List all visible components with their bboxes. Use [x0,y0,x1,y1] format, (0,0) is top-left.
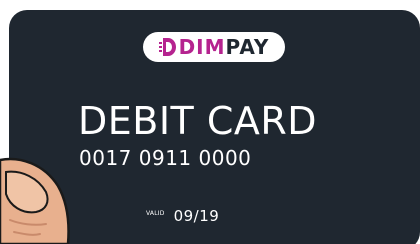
valid-thru: VALID 09/19 [146,207,219,225]
logo-suffix-text: PAY [225,35,270,59]
card-title: DEBIT CARD [78,99,318,143]
valid-label: VALID [146,209,165,217]
card-number: 0017 0911 0000 [79,146,252,170]
dimpay-logo: DIM PAY [143,32,285,62]
valid-date: 09/19 [173,207,220,225]
thumb-illustration [0,157,70,244]
logo-brand-text: DIM [178,35,226,59]
debit-card-photo: DIM PAY DEBIT CARD 0017 0911 0000 VALID … [0,0,420,244]
dimpay-d-glyph-icon [158,37,177,57]
